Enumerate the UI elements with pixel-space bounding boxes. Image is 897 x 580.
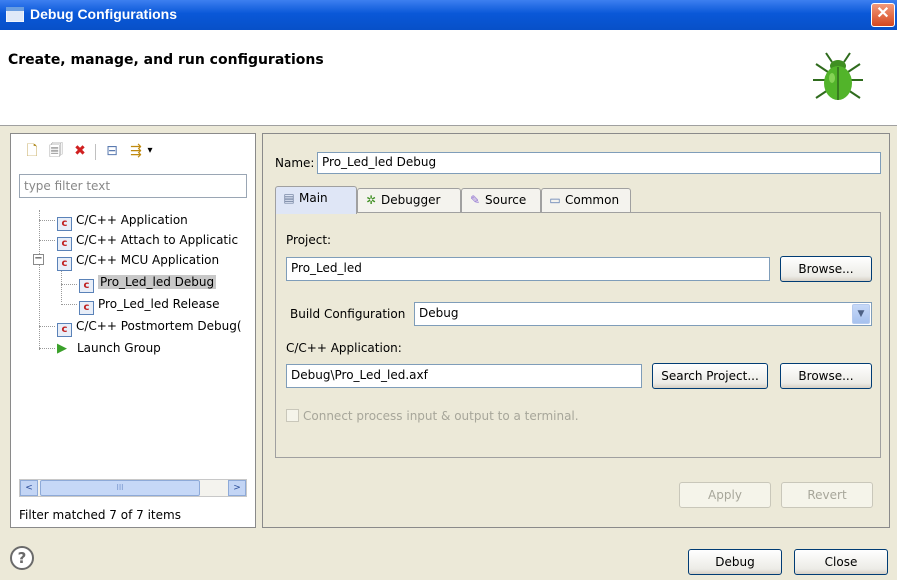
revert-button[interactable]: Revert [781,482,873,508]
tree-item-cpp-mcu-application[interactable]: c C/C++ MCU Application [57,250,220,271]
app-icon [6,7,24,22]
terminal-checkbox[interactable] [286,409,299,422]
tree-item-label: Pro_Led_led Release [98,297,220,311]
project-field[interactable]: Pro_Led_led [286,257,770,281]
delete-icon[interactable]: ✖ [71,142,89,160]
c-config-icon: c [79,279,94,293]
help-icon[interactable]: ? [10,546,34,570]
browse-project-button[interactable]: Browse... [780,256,872,282]
configuration-tree: c C/C++ Application c C/C++ Attach to Appl… [11,206,255,476]
dropdown-arrow-icon[interactable]: ▾ [145,142,155,160]
tree-item-label: Launch Group [77,341,161,355]
close-button[interactable]: Close [794,549,888,575]
tab-debugger[interactable]: ✲ Debugger [357,188,461,212]
configuration-list-pane: 🗋 🗐 ✖ ⊟ ⇶ ▾ c C/C++ Application c C/C++ At… [10,133,256,528]
build-configuration-value: Debug [419,306,459,320]
tab-label: Source [485,193,527,207]
filter-input[interactable] [19,174,247,198]
configuration-editor-pane: Name: Pro_Led_led Debug ▤ Main ✲ Debugger … [262,133,890,528]
tree-guide-line [39,220,55,221]
tree-guide-line [61,304,77,305]
search-project-button[interactable]: Search Project... [652,363,768,389]
debug-configurations-window: Debug Configurations ✕ Create, manage, a… [0,0,897,580]
toolbar-separator [95,144,96,160]
tree-item-pro-led-debug[interactable]: c Pro_Led_led Debug [79,272,217,293]
horizontal-scrollbar[interactable]: < III > [19,479,247,497]
scroll-thumb[interactable]: III [40,480,200,496]
collapse-all-icon[interactable]: ⊟ [103,142,121,160]
application-label: C/C++ Application: [286,341,402,355]
tab-label: Debugger [381,193,441,207]
scroll-right-icon[interactable]: > [228,480,246,496]
bug-icon [813,52,863,100]
name-label: Name: [275,156,315,170]
title-bar: Debug Configurations ✕ [0,0,897,30]
tree-item-cpp-application[interactable]: c C/C++ Application [57,210,188,231]
c-config-icon: c [57,257,72,271]
launch-group-icon: ▶ [57,341,67,356]
window-title: Debug Configurations [30,6,177,22]
tab-source[interactable]: ✎ Source [461,188,541,212]
window-close-button[interactable]: ✕ [871,3,895,27]
tree-item-label: C/C++ MCU Application [76,253,220,267]
tree-item-cpp-postmortem[interactable]: c C/C++ Postmortem Debug( [57,316,242,337]
application-field[interactable]: Debug\Pro_Led_led.axf [286,364,642,388]
tree-guide-line [39,240,55,241]
tab-main[interactable]: ▤ Main [275,186,357,214]
tab-label: Main [299,191,328,205]
tree-guide-line [39,326,55,327]
tree-item-cpp-attach[interactable]: c C/C++ Attach to Applicatic [57,230,239,251]
main-tab-content: Project: Pro_Led_led Browse... Build Con… [275,212,881,458]
terminal-checkbox-row: Connect process input & output to a term… [286,409,579,423]
tab-bar: ▤ Main ✲ Debugger ✎ Source ▭ Common [275,186,881,214]
tree-guide-line [39,210,40,350]
collapse-toggle-icon[interactable]: − [33,254,44,265]
c-config-icon: c [57,323,72,337]
common-tab-icon: ▭ [549,193,561,207]
filter-status: Filter matched 7 of 7 items [19,508,181,522]
c-config-icon: c [57,237,72,251]
tree-item-label: C/C++ Application [76,213,188,227]
duplicate-icon[interactable]: 🗐 [47,142,65,160]
tree-item-pro-led-release[interactable]: c Pro_Led_led Release [79,294,220,315]
terminal-checkbox-label: Connect process input & output to a term… [303,409,579,423]
main-tab-icon: ▤ [283,191,295,205]
tab-common[interactable]: ▭ Common [541,188,631,212]
tree-item-launch-group[interactable]: ▶ Launch Group [57,338,161,358]
tree-item-label: Pro_Led_led Debug [98,275,217,289]
scroll-left-icon[interactable]: < [20,480,38,496]
debugger-tab-icon: ✲ [365,193,377,207]
build-configuration-select[interactable]: Debug ▼ [414,302,872,326]
filter-icon[interactable]: ⇶ [127,142,145,160]
dialog-header: Create, manage, and run configurations [0,30,897,126]
tab-label: Common [565,193,620,207]
browse-application-button[interactable]: Browse... [780,363,872,389]
tree-guide-line [39,348,55,349]
c-config-icon: c [57,217,72,231]
tree-guide-line [61,284,77,285]
name-field[interactable]: Pro_Led_led Debug [317,152,881,174]
project-label: Project: [286,233,332,247]
header-title: Create, manage, and run configurations [8,52,324,68]
new-config-icon[interactable]: 🗋 [23,142,41,160]
tree-item-label: C/C++ Postmortem Debug( [76,319,242,333]
source-tab-icon: ✎ [469,193,481,207]
apply-button[interactable]: Apply [679,482,771,508]
chevron-down-icon[interactable]: ▼ [852,304,870,324]
tree-item-label: C/C++ Attach to Applicatic [76,233,239,247]
c-config-icon: c [79,301,94,315]
debug-button[interactable]: Debug [688,549,782,575]
build-configuration-label: Build Configuration [290,307,406,321]
